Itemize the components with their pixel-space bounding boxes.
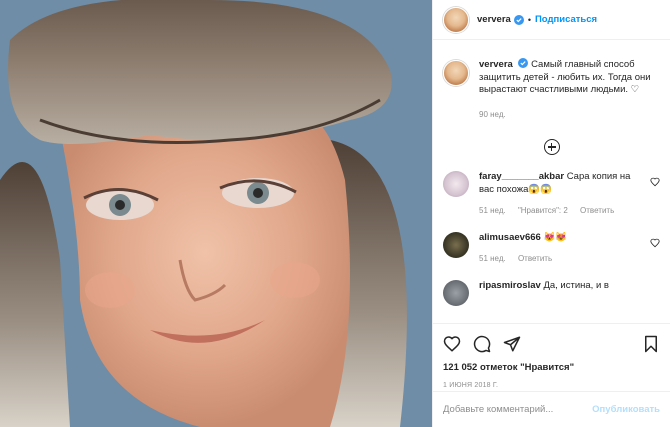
post-side-panel: ververa • Подписаться ververa Самый глав… bbox=[432, 0, 670, 427]
child-portrait-image bbox=[0, 0, 432, 427]
comment-likes-count[interactable]: "Нравится": 2 bbox=[518, 206, 568, 215]
commenter-avatar[interactable] bbox=[443, 279, 469, 306]
post-date: 1 ИЮНЯ 2018 Г. bbox=[443, 382, 499, 389]
author-username[interactable]: ververa bbox=[477, 14, 511, 25]
caption-avatar[interactable] bbox=[443, 60, 469, 86]
instagram-post: ververa • Подписаться ververa Самый глав… bbox=[0, 0, 670, 427]
like-comment-heart-icon[interactable] bbox=[650, 238, 660, 248]
commenter-avatar[interactable] bbox=[443, 231, 469, 258]
commenter-username[interactable]: ripasmiroslav bbox=[479, 280, 541, 291]
comment-age: 51 нед. bbox=[479, 254, 506, 263]
comment-bubble-icon[interactable] bbox=[473, 335, 491, 353]
caption-age: 90 нед. bbox=[479, 109, 506, 119]
comment-item: faray_______akbar Сара копия на вас похо… bbox=[443, 171, 660, 218]
verified-badge-icon bbox=[513, 14, 524, 25]
reply-button[interactable]: Ответить bbox=[518, 254, 552, 263]
caption: ververa Самый главный способ защитить де… bbox=[443, 48, 660, 121]
caption-username[interactable]: ververa bbox=[479, 59, 513, 70]
plus-circle-icon[interactable] bbox=[543, 139, 560, 155]
comment-age: 51 нед. bbox=[479, 206, 506, 215]
comment-text: Да, истина, и в bbox=[543, 279, 609, 291]
like-comment-heart-icon[interactable] bbox=[650, 177, 660, 187]
comment-item: alimusaev666 😻😻 51 нед. Ответить bbox=[443, 231, 660, 266]
verified-badge-icon bbox=[518, 58, 529, 68]
load-more-comments[interactable] bbox=[443, 139, 660, 157]
follow-button[interactable]: Подписаться bbox=[535, 14, 597, 25]
commenter-avatar[interactable] bbox=[443, 171, 469, 197]
comment-input[interactable] bbox=[443, 404, 593, 415]
likes-count[interactable]: 121 052 отметок "Нравится" bbox=[443, 362, 660, 373]
publish-button[interactable]: Опубликовать bbox=[592, 404, 660, 415]
comment-item: ripasmiroslav Да, истина, и в bbox=[443, 279, 660, 306]
reply-button[interactable]: Ответить bbox=[580, 206, 614, 215]
author-avatar[interactable] bbox=[443, 6, 469, 33]
like-heart-icon[interactable] bbox=[443, 335, 461, 353]
commenter-username[interactable]: alimusaev666 bbox=[479, 232, 541, 243]
post-actions: 121 052 отметок "Нравится" 1 ИЮНЯ 2018 Г… bbox=[433, 323, 670, 389]
commenter-username[interactable]: faray_______akbar bbox=[479, 171, 564, 182]
share-paper-plane-icon[interactable] bbox=[503, 335, 521, 353]
post-header: ververa • Подписаться bbox=[433, 0, 670, 40]
save-bookmark-icon[interactable] bbox=[642, 335, 660, 353]
post-photo[interactable] bbox=[0, 0, 432, 427]
add-comment-bar: Опубликовать bbox=[433, 391, 670, 427]
comments-list[interactable]: ververa Самый главный способ защитить де… bbox=[433, 48, 670, 323]
comment-text: 😻😻 bbox=[543, 231, 568, 243]
separator-dot: • bbox=[527, 14, 531, 25]
